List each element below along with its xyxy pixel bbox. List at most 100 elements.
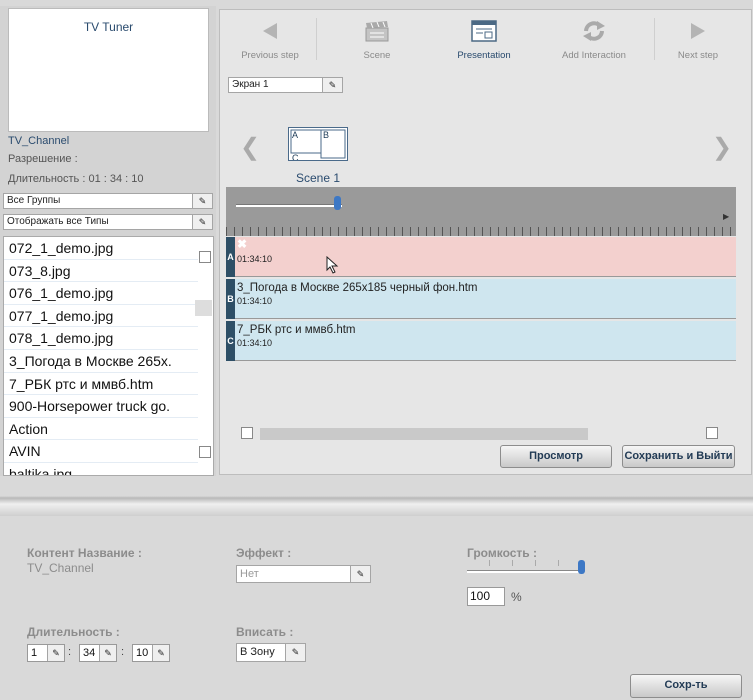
toolbar-divider	[316, 18, 317, 60]
add-interaction-button[interactable]: Add Interaction	[544, 10, 644, 68]
scene-thumbnail[interactable]: A B C	[288, 127, 348, 163]
list-item[interactable]: AVIN	[4, 440, 198, 463]
list-item[interactable]: 076_1_demo.jpg	[4, 282, 198, 305]
list-item[interactable]: 900-Horsepower truck go.	[4, 395, 198, 418]
fit-select[interactable]: В Зону ✎	[236, 643, 306, 662]
minutes-value: 34	[83, 647, 96, 659]
timeline-scrollbar[interactable]	[260, 428, 588, 440]
save-button[interactable]: Сохр-ть	[630, 674, 742, 698]
duration-label: Длительность :	[27, 625, 120, 639]
dropdown-arrow-icon[interactable]: ✎	[152, 645, 169, 661]
list-item[interactable]: Action	[4, 418, 198, 441]
track-letter: B	[226, 279, 235, 319]
list-item[interactable]: 078_1_demo.jpg	[4, 327, 198, 350]
dropdown-arrow-icon[interactable]: ✎	[192, 194, 212, 208]
presentation-button[interactable]: Presentation	[434, 10, 534, 68]
refresh-icon	[583, 21, 605, 41]
hours-select[interactable]: 1 ✎	[27, 644, 65, 662]
previous-step-button[interactable]: Previous step	[220, 10, 320, 68]
file-name: 3_Погода в Москве 265x.	[9, 352, 172, 369]
region-b-label: B	[323, 130, 329, 140]
file-name: Action	[9, 420, 48, 437]
prev-scene-chevron-icon[interactable]: ❮	[240, 133, 260, 162]
close-icon[interactable]: ✖	[237, 237, 247, 251]
seconds-value: 10	[136, 647, 149, 659]
minutes-select[interactable]: 34 ✎	[79, 644, 117, 662]
content-name-value: TV_Channel	[27, 561, 94, 575]
time-separator: :	[121, 646, 125, 658]
effect-label: Эффект :	[236, 546, 292, 560]
seconds-select[interactable]: 10 ✎	[132, 644, 170, 662]
step-toolbar: Previous step Scene Presentation Add Int…	[220, 10, 753, 68]
track-title: 3_Погода в Москве 265х185 черный фон.htm	[237, 282, 478, 294]
resolution-info: Разрешение :	[8, 153, 78, 165]
ruler-end-arrow-icon: ▶	[723, 212, 730, 221]
list-top-checkbox[interactable]	[199, 251, 211, 263]
volume-tick	[558, 560, 559, 566]
scene-label: Scene	[363, 50, 391, 61]
volume-slider-track[interactable]	[467, 570, 583, 573]
duration-info: Длительность : 01 : 34 : 10	[8, 173, 144, 185]
fit-value: В Зону	[240, 646, 275, 658]
zoom-slider-track[interactable]	[236, 204, 342, 207]
list-item[interactable]: 077_1_demo.jpg	[4, 305, 198, 328]
dropdown-arrow-icon[interactable]: ✎	[47, 645, 64, 661]
list-item[interactable]: 7_РБК ртс и ммвб.htm	[4, 373, 198, 396]
file-list: 072_1_demo.jpg 073_8.jpg 076_1_demo.jpg …	[3, 236, 214, 476]
presentation-label: Presentation	[457, 50, 511, 61]
file-name: 7_РБК ртс и ммвб.htm	[9, 375, 154, 392]
scene-name: Scene 1	[295, 171, 341, 185]
left-arrow-icon	[263, 23, 277, 39]
dropdown-arrow-icon[interactable]: ✎	[99, 645, 116, 661]
list-item[interactable]: baltika.jpg	[4, 463, 198, 476]
scene-button[interactable]: Scene	[327, 10, 427, 68]
dropdown-arrow-icon[interactable]: ✎	[285, 644, 305, 661]
effect-select[interactable]: Нет ✎	[236, 565, 371, 583]
list-scrollbar[interactable]	[195, 300, 212, 316]
properties-panel	[0, 516, 753, 700]
dropdown-arrow-icon[interactable]: ✎	[192, 215, 212, 229]
scene-layout-diagram: A B C	[290, 129, 346, 163]
group-filter-value: Все Группы	[7, 195, 61, 206]
scene-editor-panel: Previous step Scene Presentation Add Int…	[219, 9, 752, 475]
list-item[interactable]: 3_Погода в Москве 265x.	[4, 350, 198, 373]
region-a-label: A	[292, 130, 298, 140]
volume-input[interactable]: 100	[467, 587, 505, 606]
fit-label: Вписать :	[236, 625, 294, 639]
preview-button[interactable]: Просмотр	[500, 445, 612, 468]
timeline-track-a[interactable]: A ✖ 01:34:10	[226, 237, 736, 277]
volume-label: Громкость :	[467, 546, 538, 560]
timeline-scroll-end[interactable]	[706, 427, 718, 439]
next-step-label: Next step	[677, 50, 719, 61]
screen-select[interactable]: Экран 1 ✎	[228, 77, 343, 93]
channel-preview: TV Tuner	[8, 8, 209, 132]
timeline-scroll-start[interactable]	[241, 427, 253, 439]
file-name: AVIN	[9, 443, 41, 460]
next-step-button[interactable]: Next step	[648, 10, 748, 68]
list-item[interactable]: 072_1_demo.jpg	[4, 237, 198, 260]
type-filter-select[interactable]: Отображать все Типы ✎	[3, 214, 213, 230]
file-name: baltika.jpg	[9, 465, 73, 476]
dropdown-arrow-icon[interactable]: ✎	[322, 78, 342, 92]
file-name: 900-Horsepower truck go.	[9, 398, 171, 415]
file-name: 072_1_demo.jpg	[9, 240, 114, 256]
content-name-label: Контент Название :	[27, 546, 142, 560]
track-title: 7_РБК ртс и ммвб.htm	[237, 324, 356, 336]
timeline-track-c[interactable]: C 7_РБК ртс и ммвб.htm 01:34:10	[226, 321, 736, 361]
next-scene-chevron-icon[interactable]: ❯	[712, 133, 732, 162]
volume-slider-handle[interactable]	[578, 560, 585, 574]
save-and-exit-button[interactable]: Сохранить и Выйти	[622, 445, 735, 468]
volume-tick	[512, 560, 513, 566]
add-interaction-label: Add Interaction	[562, 50, 626, 61]
track-letter: C	[226, 321, 235, 361]
track-duration: 01:34:10	[237, 254, 273, 264]
timeline-track-b[interactable]: B 3_Погода в Москве 265х185 черный фон.h…	[226, 279, 736, 319]
timeline-header: ▶	[226, 187, 736, 236]
zoom-slider-handle[interactable]	[334, 196, 341, 210]
list-item[interactable]: 073_8.jpg	[4, 260, 198, 283]
hours-value: 1	[31, 647, 38, 659]
group-filter-select[interactable]: Все Группы ✎	[3, 193, 213, 209]
list-bottom-checkbox[interactable]	[199, 446, 211, 458]
dropdown-arrow-icon[interactable]: ✎	[350, 566, 370, 582]
volume-tick	[489, 560, 490, 566]
